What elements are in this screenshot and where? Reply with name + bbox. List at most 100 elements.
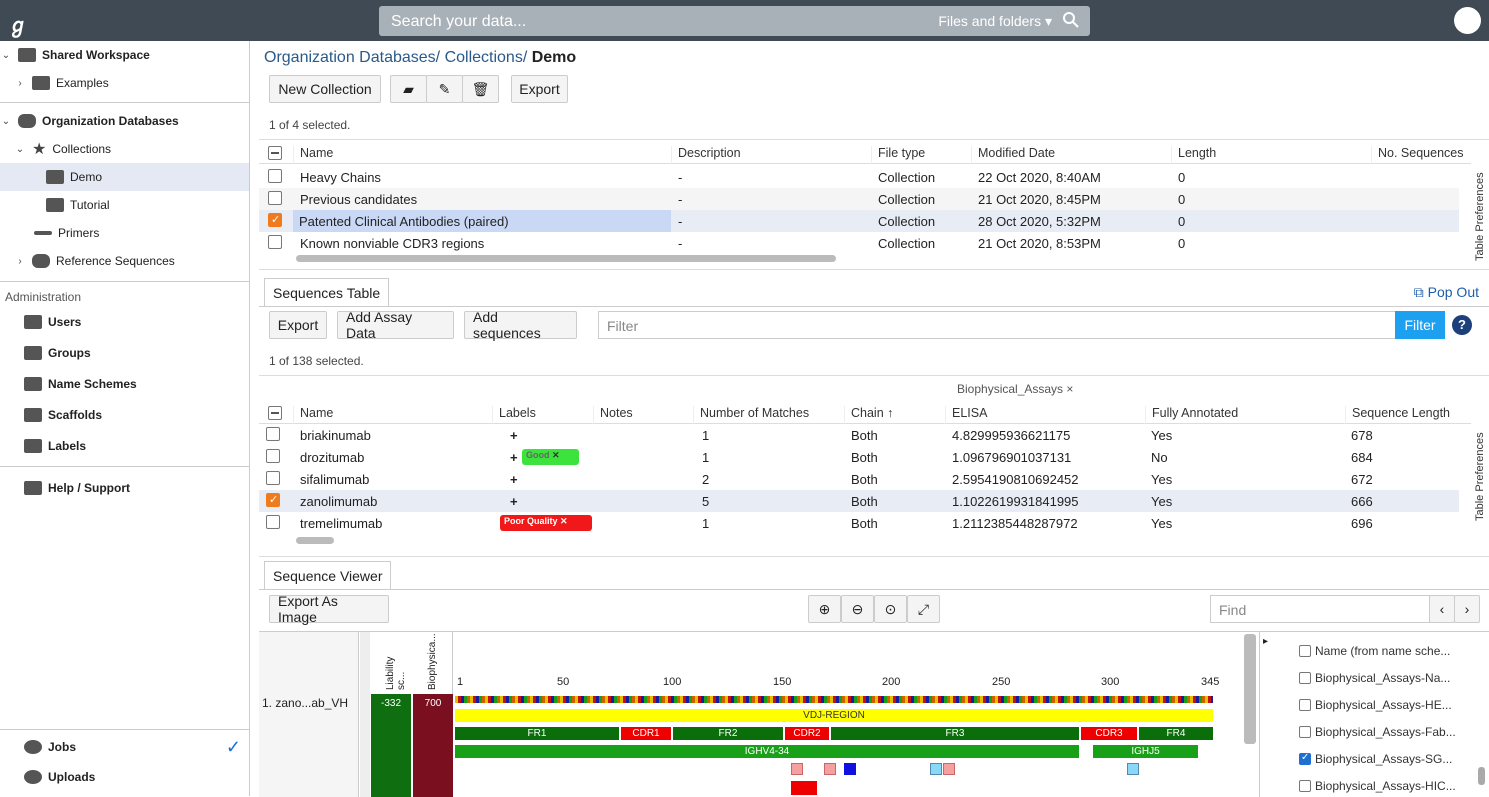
- export-as-image-button[interactable]: Export As Image: [269, 593, 389, 625]
- biophysical-header[interactable]: Biophysica...: [427, 633, 438, 690]
- new-folder-button[interactable]: ▰: [390, 75, 427, 103]
- fr4-annotation[interactable]: FR4: [1139, 727, 1213, 740]
- table-row[interactable]: Known nonviable CDR3 regions - Collectio…: [259, 232, 1459, 254]
- search-scope-dropdown[interactable]: Files and folders ▾: [938, 13, 1052, 30]
- tab-sequence-viewer[interactable]: Sequence Viewer: [264, 561, 392, 589]
- column-header-name[interactable]: Name: [293, 146, 333, 164]
- select-all-checkbox[interactable]: [268, 406, 282, 420]
- table-row[interactable]: zanolimumab + 5 Both 1.1022619931841995 …: [259, 490, 1459, 512]
- row-checkbox[interactable]: [266, 471, 280, 485]
- option-row[interactable]: Biophysical_Assays-Fab...: [1299, 725, 1456, 739]
- column-header-elisa[interactable]: ELISA: [945, 406, 987, 424]
- panel-toggle[interactable]: ▸: [1259, 632, 1273, 797]
- help-icon[interactable]: ?: [1452, 315, 1472, 335]
- table-row[interactable]: briakinumab + 1 Both 4.829995936621175 Y…: [259, 424, 1459, 446]
- zoom-out-button[interactable]: ⊖: [841, 595, 874, 623]
- column-header-sequence-length[interactable]: Sequence Length: [1345, 406, 1450, 424]
- sequence-residues[interactable]: [455, 696, 1213, 703]
- new-collection-button[interactable]: New Collection: [269, 75, 381, 103]
- sidebar-item-shared-workspace[interactable]: ⌄ Shared Workspace: [0, 41, 249, 69]
- breadcrumb-organization-databases[interactable]: Organization Databases/: [264, 49, 440, 66]
- option-checkbox[interactable]: [1299, 752, 1311, 765]
- fr1-annotation[interactable]: FR1: [455, 727, 619, 740]
- find-input[interactable]: Find: [1210, 595, 1430, 623]
- row-checkbox[interactable]: [266, 493, 280, 507]
- breadcrumb-collections[interactable]: Collections/: [445, 49, 528, 66]
- sidebar-item-scaffolds[interactable]: Scaffolds: [0, 401, 249, 429]
- option-checkbox[interactable]: [1299, 699, 1311, 711]
- chevron-right-icon[interactable]: ›: [14, 78, 26, 89]
- column-header-labels[interactable]: Labels: [492, 406, 536, 424]
- avatar[interactable]: [1454, 7, 1481, 34]
- zoom-fit-button[interactable]: ⊙: [874, 595, 907, 623]
- row-checkbox[interactable]: [268, 235, 282, 249]
- cdr2-annotation[interactable]: CDR2: [785, 727, 829, 740]
- option-checkbox[interactable]: [1299, 645, 1311, 657]
- table-row[interactable]: sifalimumab + 2 Both 2.5954190810692452 …: [259, 468, 1459, 490]
- column-header-length[interactable]: Length: [1171, 146, 1216, 164]
- splitter[interactable]: [259, 269, 1489, 270]
- close-icon[interactable]: ✕: [560, 516, 568, 526]
- row-checkbox[interactable]: [268, 169, 282, 183]
- column-header-name[interactable]: Name: [293, 406, 333, 424]
- row-checkbox[interactable]: [266, 449, 280, 463]
- sidebar-item-reference-sequences[interactable]: › Reference Sequences: [0, 247, 249, 275]
- feature-marker[interactable]: [1127, 763, 1139, 775]
- option-row[interactable]: Biophysical_Assays-Na...: [1299, 671, 1450, 685]
- table-row[interactable]: tremelimumab Poor Quality ✕ 1 Both 1.211…: [259, 512, 1459, 534]
- sidebar-item-users[interactable]: Users: [0, 308, 249, 336]
- option-row[interactable]: Biophysical_Assays-SG...: [1299, 752, 1452, 766]
- sidebar-item-groups[interactable]: Groups: [0, 339, 249, 367]
- option-row[interactable]: Name (from name sche...: [1299, 644, 1450, 658]
- add-label-icon[interactable]: +: [504, 428, 518, 443]
- chevron-down-icon[interactable]: ⌄: [14, 144, 26, 155]
- close-icon[interactable]: ✕: [552, 450, 560, 460]
- column-header-no-sequences[interactable]: No. Sequences: [1371, 146, 1463, 164]
- logo-icon[interactable]: ℊ: [8, 9, 28, 38]
- row-checkbox[interactable]: [268, 191, 282, 205]
- vertical-scrollbar[interactable]: [1244, 634, 1256, 744]
- option-row[interactable]: Biophysical_Assays-HIC...: [1299, 779, 1456, 793]
- sidebar-item-organization-databases[interactable]: ⌄ Organization Databases: [0, 107, 249, 135]
- find-next-button[interactable]: ›: [1454, 595, 1480, 623]
- column-header-chain[interactable]: Chain ↑: [844, 406, 893, 424]
- column-header-number-of-matches[interactable]: Number of Matches: [693, 406, 809, 424]
- export-button[interactable]: Export: [511, 75, 568, 103]
- column-header-modified-date[interactable]: Modified Date: [971, 146, 1055, 164]
- add-assay-data-button[interactable]: Add Assay Data: [337, 309, 454, 341]
- table-preferences-tab[interactable]: Table Preferences: [1474, 146, 1486, 261]
- column-resize-handle[interactable]: [360, 632, 370, 797]
- option-checkbox[interactable]: [1299, 672, 1311, 684]
- close-icon[interactable]: ×: [1066, 382, 1073, 396]
- column-header-description[interactable]: Description: [671, 146, 741, 164]
- filter-input[interactable]: Filter: [598, 311, 1396, 339]
- add-sequences-button[interactable]: Add sequences: [464, 309, 577, 341]
- sidebar-item-primers[interactable]: Primers: [0, 219, 249, 247]
- sidebar-item-tutorial[interactable]: Tutorial: [0, 191, 249, 219]
- zoom-in-button[interactable]: ⊕: [808, 595, 841, 623]
- table-row[interactable]: Previous candidates - Collection 21 Oct …: [259, 188, 1459, 210]
- row-checkbox[interactable]: [266, 427, 280, 441]
- feature-marker[interactable]: [791, 763, 803, 775]
- chevron-down-icon[interactable]: ⌄: [0, 116, 12, 127]
- fr3-annotation[interactable]: FR3: [831, 727, 1079, 740]
- cdr1-annotation[interactable]: CDR1: [621, 727, 671, 740]
- table-row[interactable]: Patented Clinical Antibodies (paired) - …: [259, 210, 1459, 232]
- horizontal-scrollbar[interactable]: [296, 255, 836, 262]
- cdr3-annotation[interactable]: CDR3: [1081, 727, 1137, 740]
- column-header-notes[interactable]: Notes: [593, 406, 633, 424]
- sidebar-item-uploads[interactable]: Uploads: [0, 763, 249, 791]
- fullscreen-button[interactable]: ⤢: [907, 595, 940, 623]
- add-label-icon[interactable]: +: [504, 494, 518, 509]
- sidebar-item-jobs[interactable]: Jobs ✓: [0, 733, 249, 761]
- label-tag-good[interactable]: Good ✕: [522, 449, 579, 465]
- search-icon[interactable]: [1062, 11, 1080, 29]
- feature-marker[interactable]: [930, 763, 942, 775]
- row-checkbox[interactable]: [268, 213, 282, 227]
- liability-score-header[interactable]: Liability sc...: [385, 636, 407, 690]
- sequence-name[interactable]: 1. zano...ab_VH: [262, 696, 348, 710]
- search-bar[interactable]: Search your data... Files and folders ▾: [379, 6, 1090, 36]
- sidebar-item-help[interactable]: Help / Support: [0, 474, 249, 502]
- feature-marker[interactable]: [791, 781, 817, 795]
- feature-marker[interactable]: [844, 763, 856, 775]
